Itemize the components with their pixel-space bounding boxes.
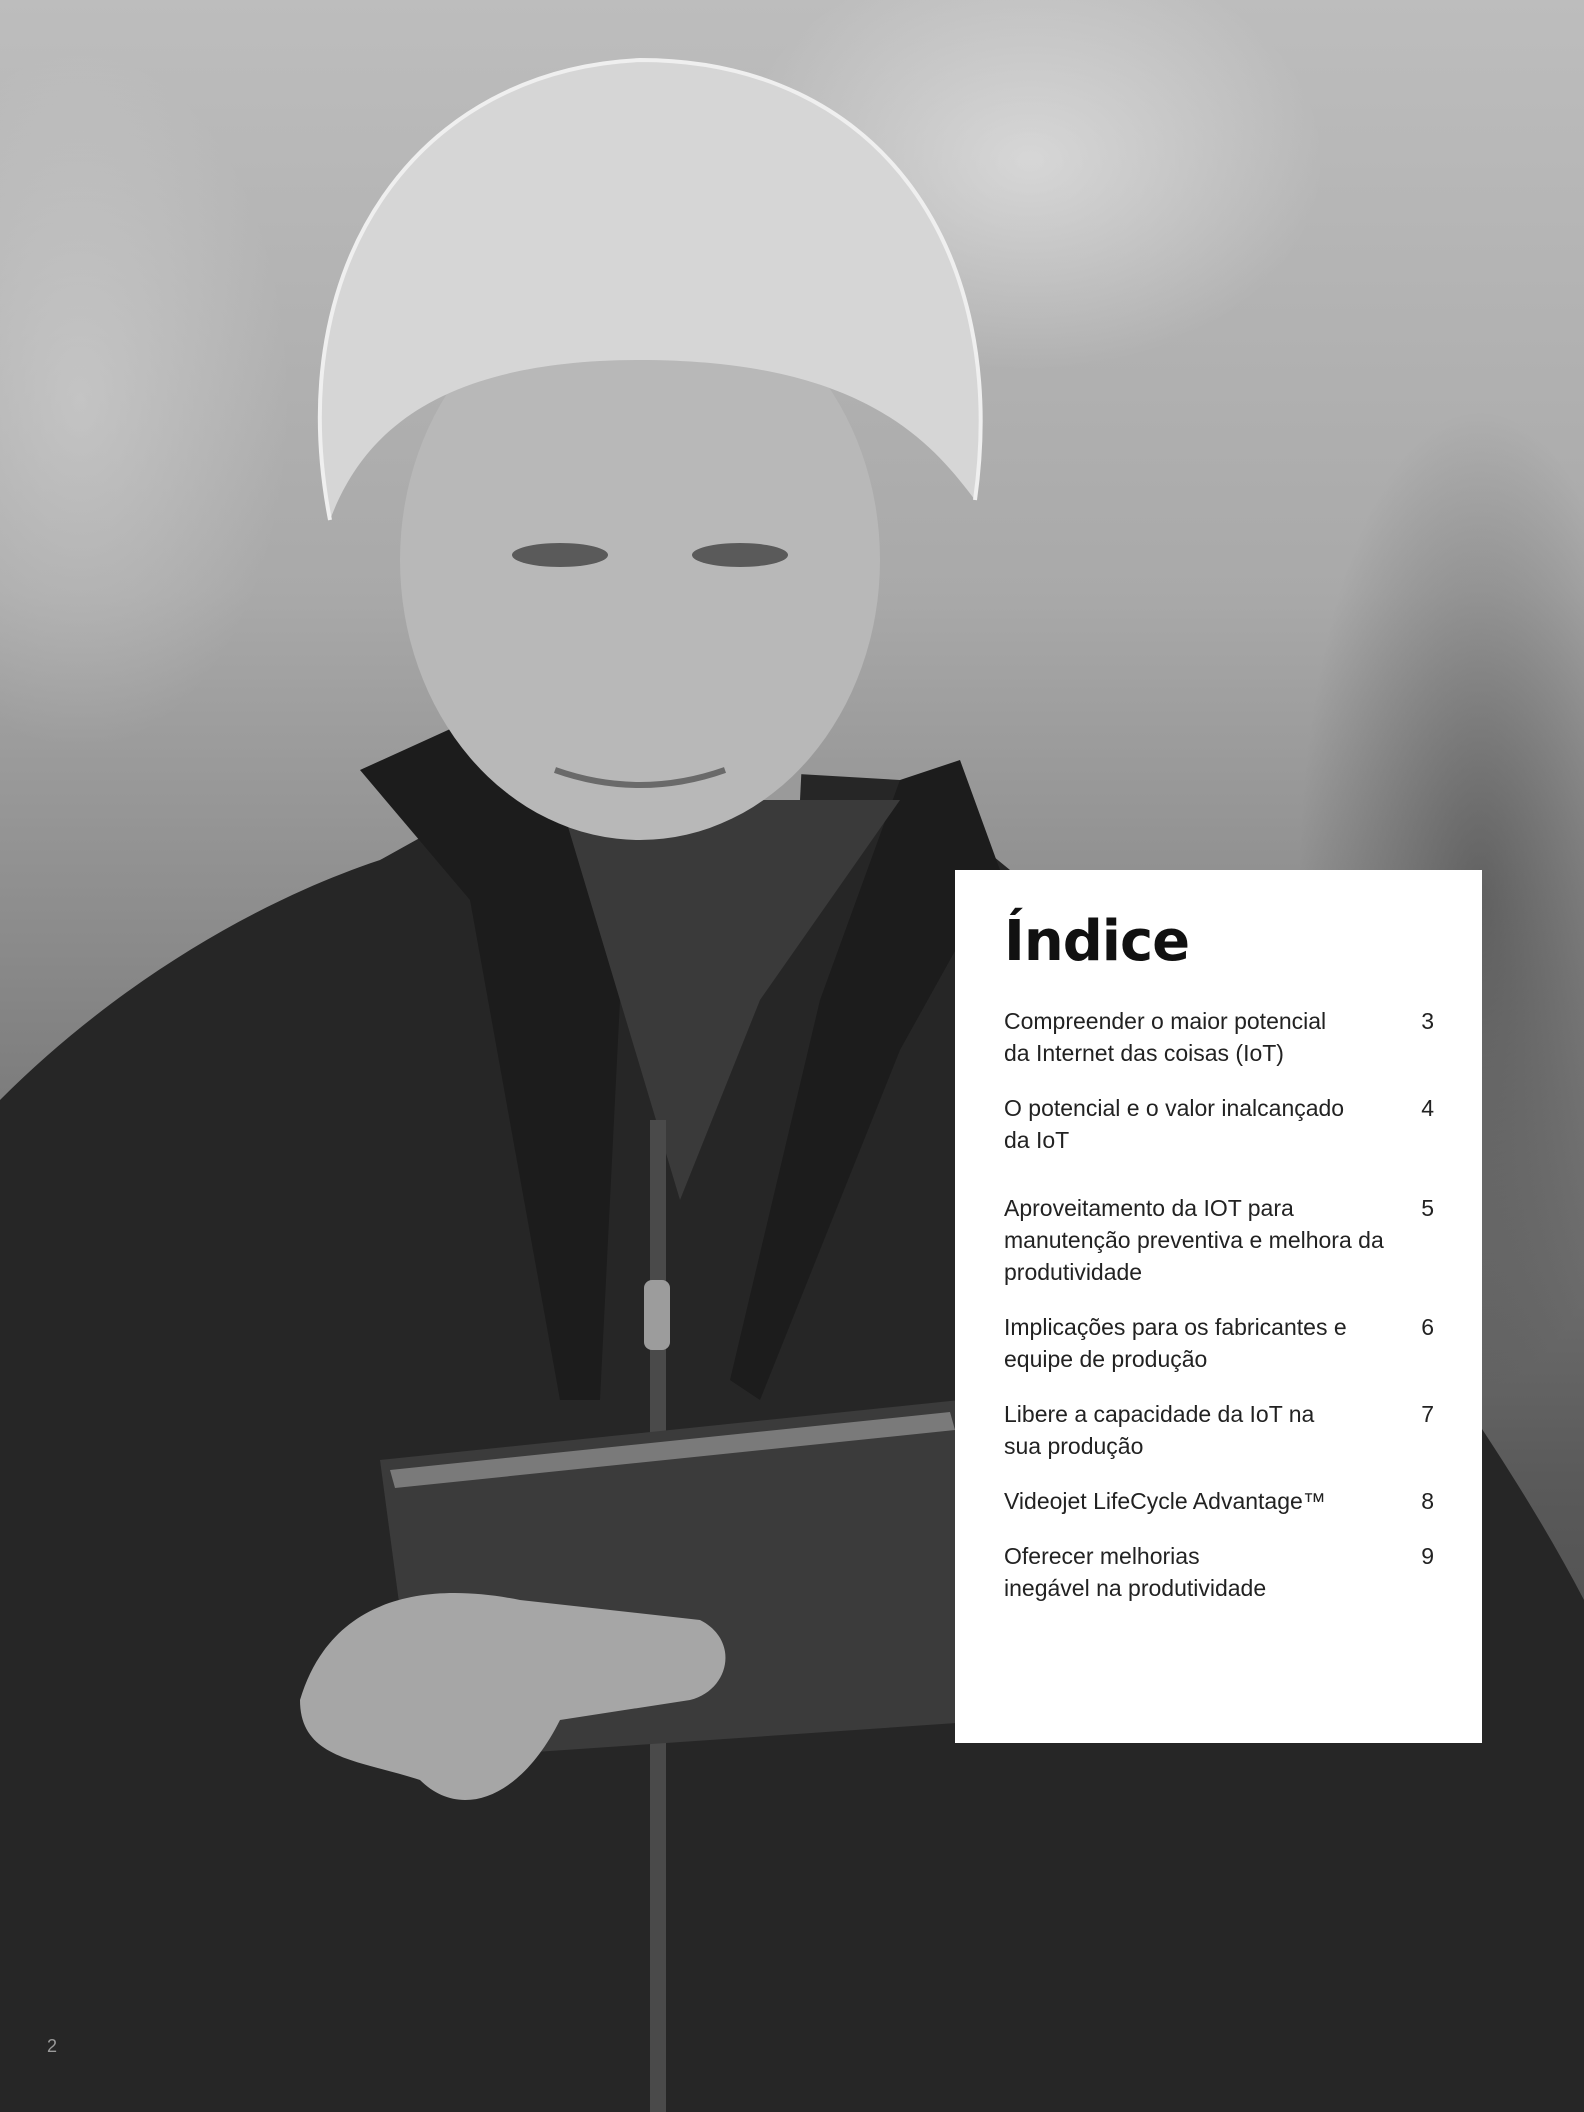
toc-title: Índice [1004, 909, 1190, 974]
toc-entry[interactable]: Libere a capacidade da IoT na sua produç… [1004, 1398, 1434, 1462]
toc-entry-title: Oferecer melhorias inegável na produtivi… [1004, 1543, 1267, 1602]
toc-entry-page: 9 [1421, 1543, 1434, 1570]
toc-entry[interactable]: O potencial e o valor inalcançado da IoT… [1004, 1092, 1434, 1156]
toc-entry-page: 3 [1421, 1008, 1434, 1035]
toc-entry-title: O potencial e o valor inalcançado da IoT [1004, 1095, 1345, 1154]
toc-entry[interactable]: Implicações para os fabricantes e equipe… [1004, 1311, 1434, 1375]
toc-entry-page: 6 [1421, 1314, 1434, 1341]
toc-entry[interactable]: Videojet LifeCycle Advantage™ 8 [1004, 1485, 1434, 1517]
toc-entry-page: 4 [1421, 1095, 1434, 1122]
toc-list: Compreender o maior potencial da Interne… [1004, 1005, 1434, 1604]
table-of-contents-panel: Índice Compreender o maior potencial da … [955, 870, 1482, 1743]
toc-entry-title: Libere a capacidade da IoT na sua produç… [1004, 1401, 1315, 1460]
toc-entry-page: 7 [1421, 1401, 1434, 1428]
page-number: 2 [47, 2036, 58, 2056]
toc-entry[interactable]: Aproveitamento da IOT para manutenção pr… [1004, 1192, 1434, 1288]
toc-entry-title: Compreender o maior potencial da Interne… [1004, 1008, 1327, 1067]
toc-entry-page: 8 [1421, 1488, 1434, 1515]
toc-entry[interactable]: Oferecer melhorias inegável na produtivi… [1004, 1540, 1434, 1604]
toc-entry-title: Aproveitamento da IOT para manutenção pr… [1004, 1195, 1384, 1286]
toc-entry-title: Implicações para os fabricantes e equipe… [1004, 1314, 1347, 1373]
toc-entry-page: 5 [1421, 1195, 1434, 1222]
toc-entry[interactable]: Compreender o maior potencial da Interne… [1004, 1005, 1434, 1069]
toc-entry-title: Videojet LifeCycle Advantage™ [1004, 1488, 1326, 1515]
